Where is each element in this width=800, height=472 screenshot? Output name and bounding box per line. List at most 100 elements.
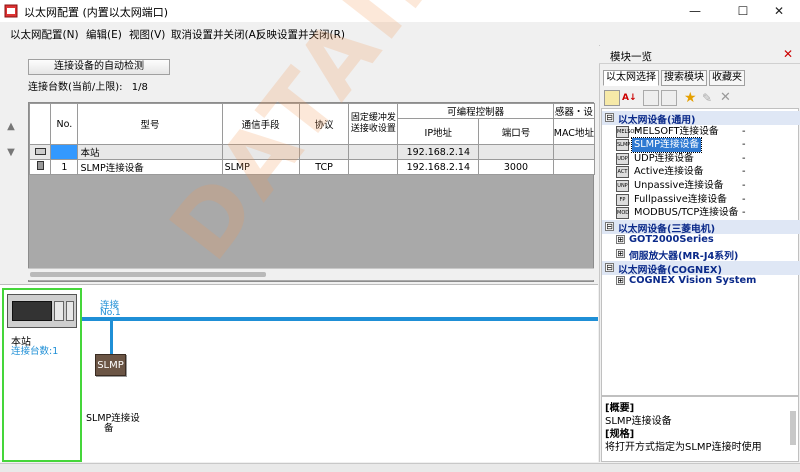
tree-item[interactable]: FP Fullpassive连接设备 - — [602, 193, 800, 207]
cell-ip[interactable]: 192.168.2.14 — [397, 144, 480, 160]
cell-ip[interactable]: 192.168.2.14 — [397, 159, 480, 175]
tree-item-value: - — [742, 180, 746, 191]
tree-item-label: Active连接设备 — [634, 166, 704, 178]
tree-category[interactable]: ⊟ 以太网设备(COGNEX) — [602, 260, 800, 276]
tree-item[interactable]: ACT Active连接设备 - — [602, 165, 800, 179]
move-up-icon[interactable]: ▲ — [5, 121, 17, 133]
menu-edit[interactable]: 编辑(E) — [86, 27, 122, 42]
tree-item-value: - — [742, 125, 746, 137]
close-icon[interactable]: ✕ — [758, 0, 800, 22]
collapse-toggle-icon[interactable]: ⊟ — [605, 262, 614, 272]
horizontal-scrollbar[interactable] — [28, 268, 594, 280]
menu-cancel-close[interactable]: 取消设置并关闭(A) — [171, 27, 260, 42]
tree-subcategory-label: GOT2000Series — [629, 234, 714, 246]
expand-icon[interactable] — [661, 90, 677, 106]
device-icon: UDP — [616, 152, 629, 165]
tree-item-value: - — [742, 139, 746, 151]
sort-category-icon[interactable] — [604, 90, 620, 106]
ethernet-config-window: 以太网配置 (内置以太网端口) — ☐ ✕ 以太网配置(N) 编辑(E) 视图(… — [0, 0, 800, 472]
cell-port[interactable]: 3000 — [478, 159, 554, 175]
cell-no[interactable] — [50, 144, 79, 160]
line-number: No.1 — [100, 308, 121, 318]
tree-item[interactable]: MELSOFT MELSOFT连接设备 - — [602, 125, 800, 139]
panel-close-icon[interactable]: ✕ — [783, 47, 793, 61]
plc-icon[interactable] — [7, 294, 77, 328]
network-diagram — [0, 284, 598, 462]
panel-header: 模块一览 ✕ — [599, 46, 800, 64]
row-icon — [28, 159, 52, 175]
tree-item[interactable]: UNP Unpassive连接设备 - — [602, 179, 800, 193]
collapse-icon[interactable] — [643, 90, 659, 106]
tree-subcategory[interactable]: ⊞ COGNEX Vision System — [602, 274, 800, 288]
header-ip: IP地址 — [397, 118, 480, 145]
header-port: 端口号 — [478, 118, 554, 145]
cell-mac[interactable] — [552, 144, 596, 160]
expand-toggle-icon[interactable]: ⊞ — [616, 276, 625, 286]
sort-az-icon[interactable]: A↓ — [622, 90, 638, 106]
collapse-toggle-icon[interactable]: ⊟ — [605, 221, 614, 231]
tree-item-value: - — [742, 152, 746, 164]
favorite-star-icon[interactable]: ★ — [684, 90, 700, 106]
cell-no[interactable]: 1 — [50, 159, 79, 175]
window-title: 以太网配置 (内置以太网端口) — [24, 6, 169, 19]
menu-view[interactable]: 视图(V) — [129, 27, 165, 42]
auto-detect-button[interactable]: 连接设备的自动检测 — [28, 59, 170, 75]
tab-search-module[interactable]: 搜索模块 — [661, 70, 707, 86]
delete-icon[interactable]: ✕ — [720, 90, 736, 106]
connection-count-label: 连接台数(当前/上限): — [28, 82, 123, 93]
tree-item[interactable]: UDP UDP连接设备 - — [602, 152, 800, 166]
expand-toggle-icon[interactable]: ⊞ — [616, 235, 625, 245]
panel-title: 模块一览 — [610, 51, 652, 63]
description-scrollbar[interactable] — [790, 411, 796, 445]
tree-item-value: - — [742, 166, 746, 178]
row-icon — [28, 144, 52, 160]
tree-subcategory-label: COGNEX Vision System — [629, 275, 757, 287]
connection-count: 连接台数(当前/上限): 1/8 — [28, 78, 148, 93]
expand-toggle-icon[interactable]: ⊞ — [616, 249, 625, 258]
device-icon: UNP — [616, 180, 629, 192]
tree-item-label: Fullpassive连接设备 — [634, 193, 727, 205]
header-sensor-group: 感器・设 — [552, 103, 596, 119]
tree-item-value: - — [742, 193, 746, 205]
tree-item-value: - — [742, 207, 746, 219]
drop-line — [110, 320, 113, 356]
tree-item-label: SLMP连接设备 — [630, 137, 703, 154]
tab-ethernet-select[interactable]: 以太网选择 — [603, 70, 659, 86]
ethernet-line — [82, 317, 598, 321]
status-bar — [0, 463, 800, 472]
tree-category[interactable]: ⊟ 以太网设备(三菱电机) — [602, 219, 800, 235]
device-small-icon — [36, 161, 44, 170]
tree-subcategory[interactable]: ⊞ 伺服放大器(MR-J4系列) — [602, 247, 800, 262]
tab-favorites[interactable]: 收藏夹 — [709, 70, 745, 86]
plc-small-icon — [34, 147, 46, 155]
collapse-toggle-icon[interactable]: ⊟ — [605, 113, 614, 122]
app-icon — [4, 4, 18, 18]
spec-text: 将打开方式指定为SLMP连接时使用 — [605, 442, 762, 453]
move-down-icon[interactable]: ▼ — [5, 147, 17, 159]
add-favorite-icon[interactable]: ✎ — [702, 90, 718, 106]
cell-mac[interactable] — [552, 159, 596, 175]
minimize-icon[interactable]: — — [674, 0, 716, 22]
device-icon: MOD — [616, 207, 629, 220]
menu-ethernet-config[interactable]: 以太网配置(N) — [10, 27, 79, 42]
tree-item[interactable]: MOD MODBUS/TCP连接设备 - — [602, 206, 800, 220]
cell-port[interactable] — [478, 144, 554, 160]
header-no: No. — [50, 103, 79, 145]
tree-subcategory[interactable]: ⊞ GOT2000Series — [602, 233, 800, 247]
tree-item-label: Unpassive连接设备 — [634, 180, 724, 191]
header-mac: MAC地址 — [552, 118, 596, 145]
device-icon: MELSOFT — [616, 125, 640, 138]
cell-buffer[interactable] — [348, 144, 399, 160]
tree-item-label: UDP连接设备 — [634, 152, 694, 164]
slmp-device-node[interactable]: SLMP — [95, 354, 126, 376]
tree-item[interactable]: SLMP SLMP连接设备 - — [602, 137, 800, 154]
cell-buffer[interactable] — [348, 159, 399, 175]
node-name-wrap: 备 — [104, 423, 114, 434]
device-icon: SLMP — [616, 139, 630, 152]
tree-item-label: MELSOFT连接设备 — [634, 125, 719, 137]
module-tree: ⊟ 以太网设备(通用) MELSOFT MELSOFT连接设备 - SLMP SLMP连接设… — [601, 108, 800, 396]
header-plc-group: 可编程控制器 — [397, 103, 554, 119]
own-station-count: 连接台数:1 — [11, 346, 59, 357]
tree-item-label: MODBUS/TCP连接设备 — [634, 207, 739, 219]
tree-category[interactable]: ⊟ 以太网设备(通用) — [602, 111, 800, 126]
